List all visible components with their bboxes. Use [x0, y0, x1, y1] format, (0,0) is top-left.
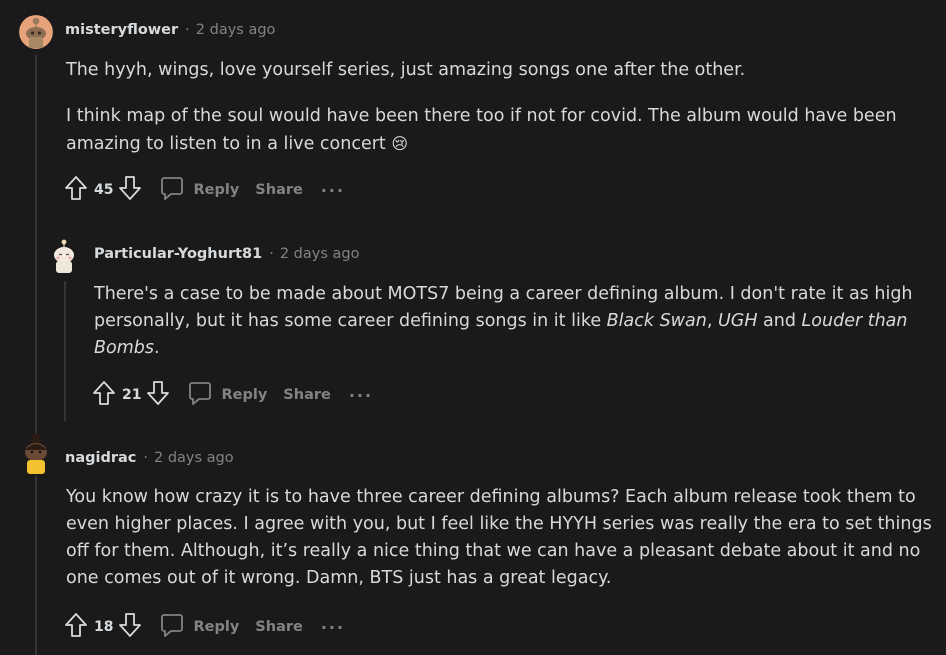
- meta-separator: ·: [143, 450, 148, 466]
- reply-button[interactable]: Reply: [159, 612, 239, 642]
- more-options-button[interactable]: ···: [321, 181, 345, 200]
- song-title: Black Swan: [606, 311, 707, 331]
- reply-button[interactable]: Reply: [159, 175, 239, 205]
- vote-score: 45: [94, 182, 114, 198]
- author-name[interactable]: Particular-Yoghurt81: [94, 246, 262, 262]
- downvote-icon[interactable]: [118, 175, 142, 205]
- crying-emoji: 😢: [391, 134, 409, 153]
- comment-meta: misteryflower · 2 days ago: [65, 22, 275, 38]
- meta-separator: ·: [185, 22, 190, 38]
- meta-separator: ·: [269, 246, 274, 262]
- thread-line-nested[interactable]: [64, 281, 66, 421]
- thread-line[interactable]: [35, 55, 37, 655]
- avatar[interactable]: [19, 15, 53, 49]
- reply-label: Reply: [193, 182, 240, 198]
- comment-body: There's a case to be made about MOTS7 be…: [94, 281, 914, 362]
- comment-timestamp[interactable]: 2 days ago: [196, 22, 276, 38]
- comment-meta: nagidrac · 2 days ago: [65, 450, 234, 466]
- comment-icon: [187, 380, 213, 410]
- comment-meta: Particular-Yoghurt81 · 2 days ago: [94, 246, 359, 262]
- comment-text: .: [154, 338, 160, 358]
- comment-timestamp[interactable]: 2 days ago: [154, 450, 234, 466]
- reply-label: Reply: [221, 387, 268, 403]
- author-name[interactable]: nagidrac: [65, 450, 136, 466]
- upvote-icon[interactable]: [64, 175, 88, 205]
- vote-score: 18: [94, 619, 114, 635]
- comment-actions: 18 Reply Share ···: [64, 612, 345, 642]
- comment-paragraph: The hyyh, wings, love yourself series, j…: [66, 60, 746, 80]
- comment-text: ,: [706, 311, 718, 331]
- comment-icon: [159, 612, 185, 642]
- reply-button[interactable]: Reply: [187, 380, 267, 410]
- comment-paragraph: I think map of the soul would have been …: [66, 103, 916, 158]
- comment-paragraph: There's a case to be made about MOTS7 be…: [94, 281, 914, 362]
- avatar[interactable]: [46, 238, 82, 274]
- comment-body: You know how crazy it is to have three c…: [66, 484, 934, 592]
- share-button[interactable]: Share: [255, 182, 303, 198]
- comment-body: The hyyh, wings, love yourself series, j…: [66, 57, 916, 177]
- song-title: UGH: [717, 311, 758, 331]
- more-options-button[interactable]: ···: [349, 386, 373, 405]
- downvote-icon[interactable]: [118, 612, 142, 642]
- comment-paragraph: You know how crazy it is to have three c…: [66, 487, 932, 588]
- share-button[interactable]: Share: [283, 387, 331, 403]
- vote-score: 21: [122, 387, 142, 403]
- more-options-button[interactable]: ···: [321, 618, 345, 637]
- avatar[interactable]: [17, 432, 55, 478]
- downvote-icon[interactable]: [146, 380, 170, 410]
- comment-icon: [159, 175, 185, 205]
- comment-text: I think map of the soul would have been …: [66, 106, 897, 154]
- comment-timestamp[interactable]: 2 days ago: [280, 246, 360, 262]
- upvote-icon[interactable]: [92, 380, 116, 410]
- upvote-icon[interactable]: [64, 612, 88, 642]
- comment-actions: 45 Reply Share ···: [64, 175, 345, 205]
- reply-label: Reply: [193, 619, 240, 635]
- comment-actions: 21 Reply Share ···: [92, 380, 373, 410]
- comment-text: and: [757, 311, 802, 331]
- author-name[interactable]: misteryflower: [65, 22, 178, 38]
- share-button[interactable]: Share: [255, 619, 303, 635]
